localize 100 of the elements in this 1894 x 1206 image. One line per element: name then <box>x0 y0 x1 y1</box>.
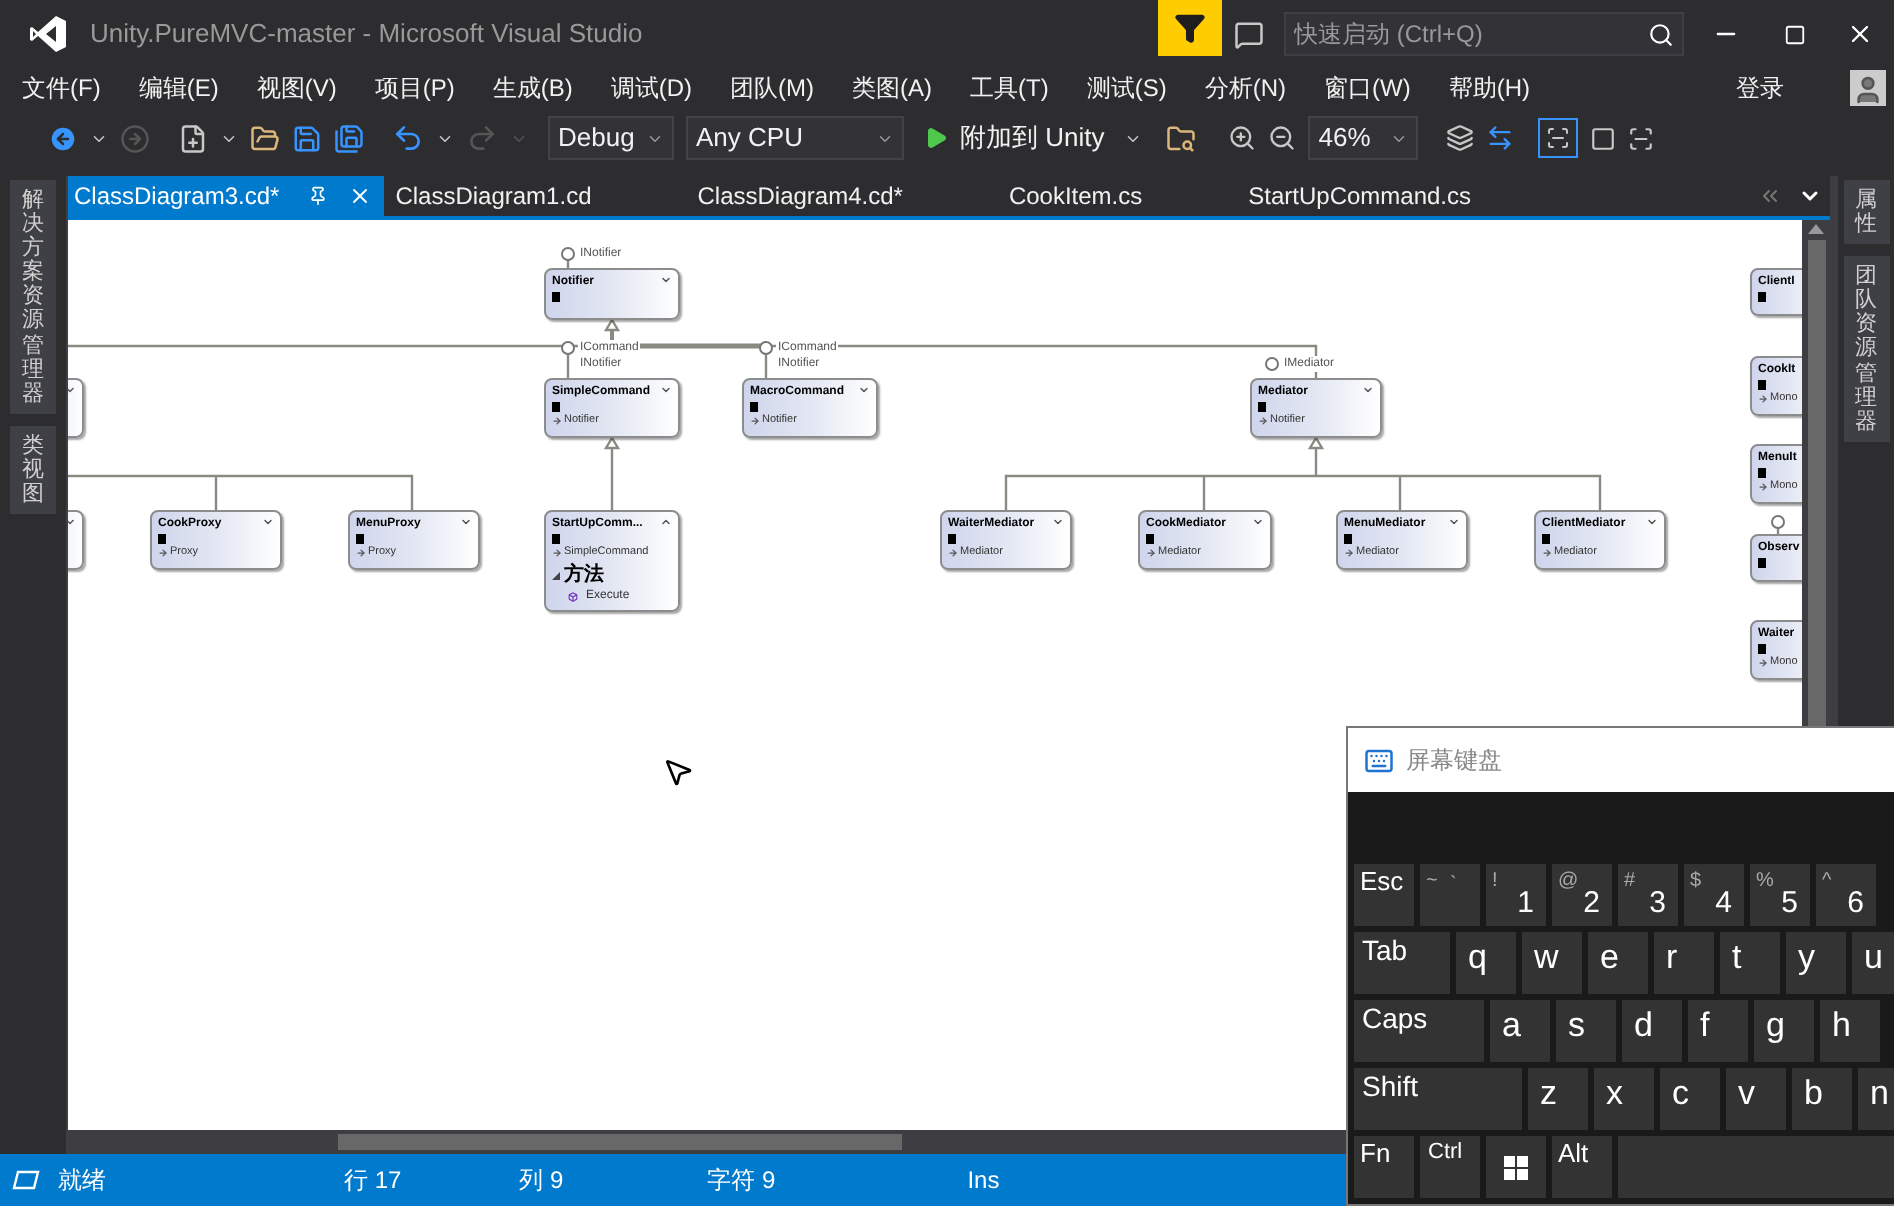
key[interactable]: b <box>1792 1068 1852 1130</box>
tool-window-tab[interactable]: 团队资源管理器 <box>1843 256 1889 442</box>
expand-chevron-icon[interactable] <box>1448 516 1460 528</box>
key[interactable]: a <box>1490 1000 1550 1062</box>
key[interactable]: d <box>1622 1000 1682 1062</box>
windows-key[interactable] <box>1486 1136 1546 1198</box>
key[interactable]: g <box>1754 1000 1814 1062</box>
key[interactable]: $ 4 <box>1684 864 1744 926</box>
key[interactable]: y <box>1786 932 1846 994</box>
menu-item[interactable]: 编辑(E) <box>138 72 219 104</box>
window-title: Unity.PureMVC-master - Microsoft Visual Studio <box>90 16 643 53</box>
expand-chevron-icon[interactable] <box>262 516 274 528</box>
key[interactable]: f <box>1688 1000 1748 1062</box>
feedback-icon[interactable] <box>1234 19 1264 49</box>
expand-chevron-icon[interactable] <box>460 516 472 528</box>
text-display-toggle[interactable] <box>1538 118 1579 158</box>
save-icon[interactable] <box>292 123 322 153</box>
document-tab[interactable]: ClassDiagram4.cd* <box>685 176 997 216</box>
find-icon[interactable] <box>1166 123 1197 153</box>
shift-key[interactable]: Shift <box>1354 1068 1522 1130</box>
menu-item[interactable]: 文件(F) <box>22 72 101 104</box>
expand-chevron-icon[interactable] <box>1052 516 1064 528</box>
tool-window-tab[interactable]: 类视图 <box>10 425 56 515</box>
expand-chevron-icon[interactable] <box>1362 384 1374 396</box>
key[interactable]: w <box>1522 932 1582 994</box>
undo-icon[interactable] <box>392 122 424 154</box>
document-tab[interactable]: ClassDiagram1.cd <box>383 176 686 216</box>
pin-icon[interactable] <box>307 186 328 206</box>
expand-chevron-icon[interactable] <box>660 384 672 396</box>
key[interactable]: q <box>1456 932 1516 994</box>
menu-item[interactable]: 类图(A) <box>852 72 932 104</box>
platform-dropdown[interactable]: Any CPU <box>686 116 904 160</box>
notification-button[interactable] <box>1158 0 1222 56</box>
tool-window-tab[interactable]: 属性 <box>1843 180 1889 245</box>
key[interactable]: ~ ` <box>1420 864 1480 926</box>
key[interactable]: % 5 <box>1750 864 1810 926</box>
key[interactable]: c <box>1660 1068 1720 1130</box>
zoom-out-icon[interactable] <box>1268 124 1297 152</box>
quick-launch-input[interactable]: 快速启动 (Ctrl+Q) <box>1294 16 1648 52</box>
tab-key[interactable]: Tab <box>1354 932 1450 994</box>
key[interactable]: x <box>1594 1068 1654 1130</box>
menu-item[interactable]: 视图(V) <box>256 72 337 104</box>
close-icon[interactable] <box>1846 20 1874 48</box>
key[interactable]: t <box>1720 932 1780 994</box>
collapse-chevron-icon[interactable] <box>660 516 672 528</box>
scroll-up-arrow-icon[interactable] <box>1808 224 1824 234</box>
inheritance-arrow-icon <box>1542 548 1552 558</box>
menu-item[interactable]: 测试(S) <box>1086 72 1167 104</box>
key[interactable]: v <box>1726 1068 1786 1130</box>
menu-item[interactable]: 生成(B) <box>492 72 573 104</box>
expand-chevron-icon[interactable] <box>1646 516 1658 528</box>
configuration-dropdown[interactable]: Debug <box>548 116 674 160</box>
document-tab[interactable]: CookItem.cs <box>996 176 1237 216</box>
back-icon[interactable] <box>48 123 78 153</box>
menu-item[interactable]: 项目(P) <box>374 72 455 104</box>
expand-chevron-icon[interactable] <box>1252 516 1264 528</box>
menu-item[interactable]: 工具(T) <box>970 72 1049 104</box>
member-format-icon[interactable] <box>1590 125 1617 151</box>
document-tab[interactable]: StartUpCommand.cs <box>1236 176 1566 216</box>
expand-chevron-icon[interactable] <box>660 274 672 286</box>
quick-launch-field[interactable]: 快速启动 (Ctrl+Q) <box>1284 12 1684 56</box>
attach-run-button[interactable]: 附加到 Unity <box>916 116 1113 160</box>
key[interactable]: u <box>1852 932 1894 994</box>
key[interactable]: Ctrl <box>1420 1136 1480 1198</box>
sign-in-link[interactable]: 登录 <box>1736 70 1784 106</box>
tool-window-tab[interactable]: 解决方案资源管理器 <box>10 180 56 414</box>
zoom-dropdown[interactable]: 46% <box>1308 116 1419 160</box>
scroll-tabs-icon[interactable] <box>1758 184 1782 208</box>
expand-chevron-icon[interactable] <box>858 384 870 396</box>
layout-icon[interactable] <box>1446 124 1475 152</box>
menu-item[interactable]: 窗口(W) <box>1324 72 1411 104</box>
new-item-icon[interactable] <box>178 123 208 153</box>
caps-lock-key[interactable]: Caps <box>1354 1000 1484 1062</box>
key[interactable]: e <box>1588 932 1648 994</box>
save-all-icon[interactable] <box>334 123 364 153</box>
key[interactable]: @ 2 <box>1552 864 1612 926</box>
fullscreen-icon[interactable] <box>1628 125 1655 151</box>
zoom-in-icon[interactable] <box>1228 124 1257 152</box>
key[interactable]: # 3 <box>1618 864 1678 926</box>
section-expander-icon[interactable] <box>552 572 560 580</box>
key[interactable]: z <box>1528 1068 1588 1130</box>
document-tab[interactable]: ClassDiagram3.cd* <box>68 176 384 216</box>
key[interactable]: Fn <box>1354 1136 1414 1198</box>
menu-item[interactable]: 分析(N) <box>1204 72 1286 104</box>
fit-width-icon[interactable] <box>1486 124 1515 152</box>
key[interactable]: r <box>1654 932 1714 994</box>
key[interactable]: Esc <box>1354 864 1414 926</box>
keyboard-window-title: 屏幕键盘 <box>1406 744 1502 778</box>
key[interactable]: h <box>1820 1000 1880 1062</box>
key[interactable]: n <box>1858 1068 1894 1130</box>
key[interactable]: ^ 6 <box>1816 864 1876 926</box>
menu-item[interactable]: 帮助(H) <box>1448 72 1530 104</box>
key[interactable]: ! 1 <box>1486 864 1546 926</box>
key[interactable]: Alt <box>1552 1136 1612 1198</box>
account-avatar-icon[interactable] <box>1850 70 1886 106</box>
key[interactable]: s <box>1556 1000 1616 1062</box>
menu-item[interactable]: 调试(D) <box>610 72 692 104</box>
menu-item[interactable]: 团队(M) <box>730 72 814 104</box>
maximize-icon[interactable] <box>1784 23 1806 45</box>
open-folder-icon[interactable] <box>250 123 280 153</box>
